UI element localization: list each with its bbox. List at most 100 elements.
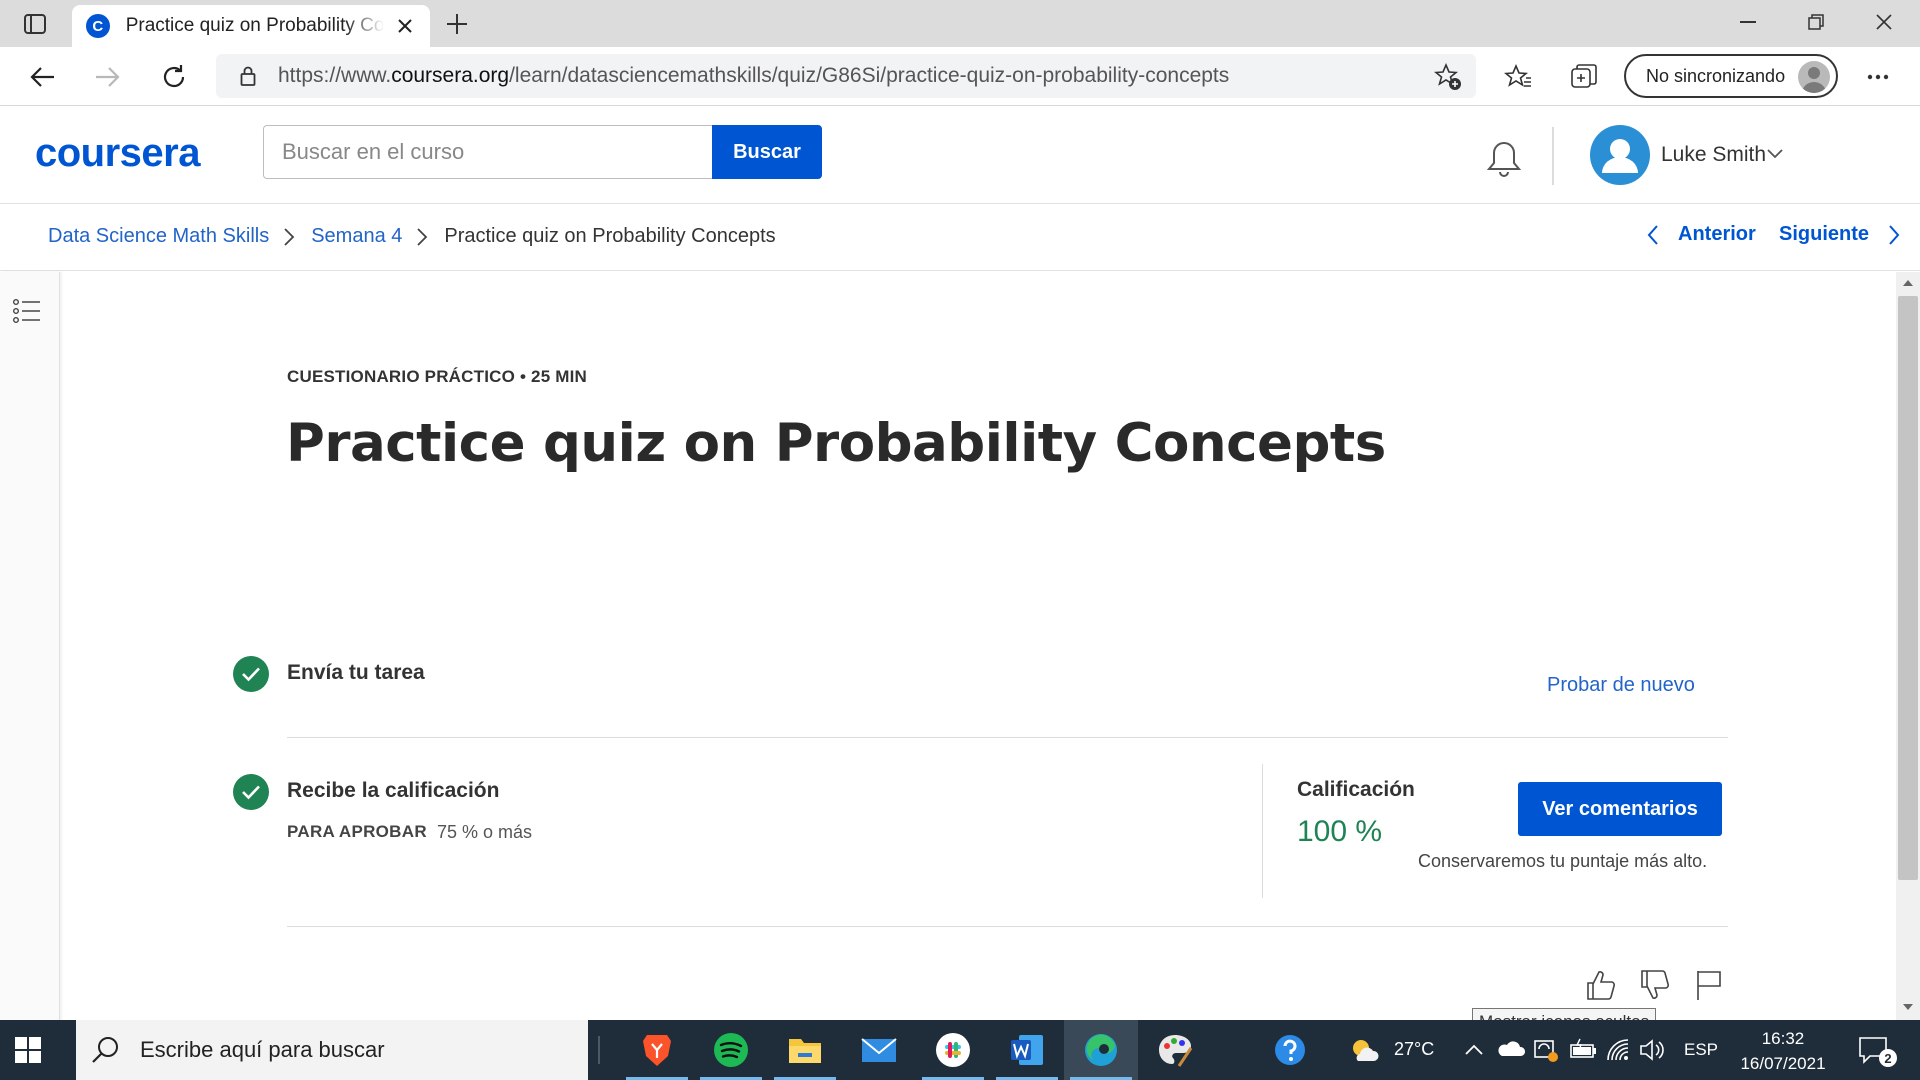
spotify-icon[interactable]: [694, 1020, 768, 1080]
clock-date: 16/07/2021: [1740, 1054, 1826, 1073]
coursera-favicon-icon: C: [86, 14, 110, 38]
check-icon: [233, 656, 269, 692]
user-avatar-icon[interactable]: [1590, 125, 1650, 185]
grade-value: 100 %: [1297, 815, 1383, 848]
notification-count: 2: [1884, 1051, 1891, 1066]
minimize-icon[interactable]: [1714, 0, 1782, 44]
update-status-icon[interactable]: [1532, 1036, 1560, 1064]
new-tab-button[interactable]: [440, 8, 474, 40]
forward-icon[interactable]: [88, 57, 128, 97]
coursera-logo[interactable]: coursera: [35, 131, 200, 176]
profile-sync-button[interactable]: No sincronizando: [1624, 54, 1838, 98]
weather-temperature[interactable]: 27°C: [1394, 1039, 1434, 1060]
check-icon: [233, 774, 269, 810]
add-favorite-icon[interactable]: [1433, 62, 1462, 91]
taskbar-search-input[interactable]: Escribe aquí para buscar: [76, 1020, 588, 1080]
lock-icon[interactable]: [236, 64, 260, 88]
taskbar-clock[interactable]: 16:32 16/07/2021: [1708, 1026, 1858, 1076]
previous-link[interactable]: Anterior: [1646, 223, 1756, 246]
close-window-icon[interactable]: [1850, 0, 1918, 44]
help-icon[interactable]: [1272, 1032, 1308, 1068]
previous-label: Anterior: [1678, 223, 1756, 245]
breadcrumb-bar: Data Science Math Skills Semana 4 Practi…: [0, 205, 1920, 271]
header-divider: [1552, 127, 1554, 185]
taskbar-search-placeholder: Escribe aquí para buscar: [140, 1037, 385, 1062]
browser-tab-bar: C Practice quiz on Probability Concepts: [0, 0, 1920, 47]
chevron-down-icon[interactable]: [1766, 147, 1786, 163]
breadcrumb-week-link[interactable]: Semana 4: [311, 225, 402, 248]
weather-icon[interactable]: [1348, 1036, 1379, 1064]
collections-icon[interactable]: [1566, 59, 1602, 95]
grade-label: Calificación: [1297, 778, 1415, 801]
chevron-left-icon: [1647, 224, 1658, 245]
battery-icon[interactable]: [1568, 1036, 1596, 1064]
close-tab-icon[interactable]: [394, 15, 416, 37]
sync-label: No sincronizando: [1646, 65, 1786, 86]
volume-icon[interactable]: [1638, 1036, 1666, 1064]
windows-start-icon[interactable]: [14, 1036, 42, 1064]
url-path: /learn/datasciencemathskills/quiz/G86Si/…: [509, 64, 1230, 87]
search-icon: [90, 1034, 122, 1066]
breadcrumb-course-link[interactable]: Data Science Math Skills: [48, 225, 269, 248]
slack-icon[interactable]: [916, 1020, 990, 1080]
grade-divider: [1262, 764, 1263, 898]
breadcrumb: Data Science Math Skills Semana 4 Practi…: [48, 225, 776, 248]
profile-avatar-icon: [1798, 61, 1830, 93]
mail-icon[interactable]: [842, 1020, 916, 1080]
course-search-input[interactable]: Buscar en el curso: [263, 125, 713, 179]
section-divider: [287, 737, 1728, 738]
step-submit-title: Envía tu tarea: [287, 661, 425, 684]
user-name[interactable]: Luke Smith: [1661, 143, 1766, 167]
chevron-right-icon: [283, 226, 297, 248]
favorites-icon[interactable]: [1500, 59, 1536, 95]
back-icon[interactable]: [22, 57, 62, 97]
course-menu-icon[interactable]: [12, 296, 42, 326]
chevron-up-icon[interactable]: [1462, 1038, 1486, 1062]
word-icon[interactable]: [990, 1020, 1064, 1080]
thumbs-down-icon[interactable]: [1638, 968, 1672, 1002]
search-button[interactable]: Buscar: [712, 125, 822, 179]
scroll-up-arrow-icon[interactable]: [1900, 276, 1916, 290]
course-outline-sidebar: [0, 272, 60, 1020]
browser-tab-active[interactable]: C Practice quiz on Probability Concepts: [72, 5, 430, 47]
url-domain: coursera.org: [391, 64, 510, 87]
pass-requirement-value: 75 % o más: [437, 822, 533, 842]
paint-icon[interactable]: [1138, 1020, 1212, 1080]
search-placeholder: Buscar en el curso: [282, 139, 465, 164]
notification-center-icon[interactable]: 2: [1858, 1034, 1898, 1068]
edge-icon[interactable]: [1064, 1020, 1138, 1080]
highest-score-note: Conservaremos tu puntaje más alto.: [1418, 851, 1708, 871]
pass-requirement-label: PARA APROBAR: [287, 822, 427, 841]
url-prefix: https://www.: [278, 64, 392, 87]
url-text: https://www.coursera.org/learn/datascien…: [278, 64, 1229, 88]
windows-taskbar: Escribe aquí para buscar 27°C ESP 16:32 …: [0, 1020, 1920, 1080]
site-header: coursera Buscar en el curso Buscar Luke …: [0, 107, 1920, 204]
reload-icon[interactable]: [154, 57, 194, 97]
brave-icon[interactable]: [620, 1020, 694, 1080]
view-feedback-button[interactable]: Ver comentarios: [1518, 782, 1722, 836]
url-field[interactable]: https://www.coursera.org/learn/datascien…: [216, 54, 1476, 98]
chevron-right-icon: [1889, 224, 1900, 245]
wifi-icon[interactable]: [1604, 1036, 1632, 1064]
item-kicker: CUESTIONARIO PRÁCTICO • 25 MIN: [287, 367, 588, 386]
restore-icon[interactable]: [1782, 0, 1850, 44]
breadcrumb-current: Practice quiz on Probability Concepts: [444, 225, 776, 247]
report-flag-icon[interactable]: [1692, 968, 1726, 1002]
section-divider: [287, 926, 1728, 927]
next-link[interactable]: Siguiente: [1779, 223, 1901, 246]
scrollbar-thumb[interactable]: [1898, 296, 1918, 880]
browser-address-bar: https://www.coursera.org/learn/datascien…: [0, 47, 1920, 106]
step-grade-title: Recibe la calificación: [287, 779, 500, 802]
chevron-right-icon: [416, 226, 430, 248]
tab-actions-icon[interactable]: [16, 10, 54, 38]
thumbs-up-icon[interactable]: [1584, 968, 1618, 1002]
scroll-down-arrow-icon[interactable]: [1900, 1000, 1916, 1014]
try-again-link[interactable]: Probar de nuevo: [1547, 674, 1695, 697]
onedrive-icon[interactable]: [1496, 1036, 1526, 1064]
notifications-bell-icon[interactable]: [1482, 137, 1526, 181]
browser-menu-icon[interactable]: [1858, 57, 1898, 97]
file-explorer-icon[interactable]: [768, 1020, 842, 1080]
taskbar-divider: [598, 1036, 600, 1064]
page-title: Practice quiz on Probability Concepts: [286, 413, 1386, 474]
clock-time: 16:32: [1761, 1029, 1805, 1048]
